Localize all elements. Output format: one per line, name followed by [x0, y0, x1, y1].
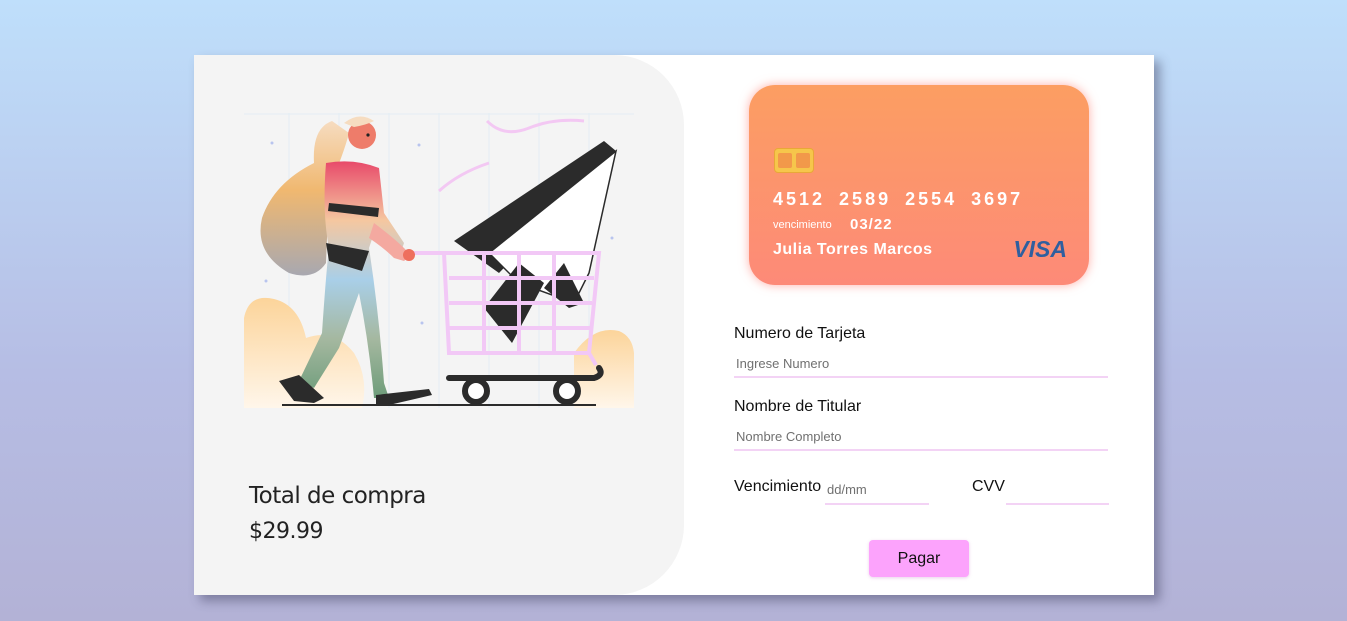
card-number-input[interactable]	[734, 350, 1108, 378]
card-number-label: Numero de Tarjeta	[734, 325, 866, 342]
checkout-container: Total de compra $29.99 4512 2589 2554 36…	[194, 55, 1154, 595]
cvv-label: CVV	[972, 478, 1005, 495]
shopping-cart-illustration	[244, 113, 634, 408]
card-number-display: 4512 2589 2554 3697	[773, 189, 1024, 209]
card-expiry-display: 03/22	[850, 216, 893, 233]
total-label: Total de compra	[249, 483, 426, 509]
order-summary-panel: Total de compra $29.99	[194, 55, 684, 595]
pay-button[interactable]: Pagar	[869, 540, 969, 577]
card-chip-icon	[774, 148, 814, 173]
holder-name-label: Nombre de Titular	[734, 398, 862, 415]
expiry-label: Vencimiento	[734, 478, 822, 495]
card-holder-display: Julia Torres Marcos	[773, 241, 933, 258]
card-expiry-label: vencimiento	[773, 219, 832, 231]
holder-name-input[interactable]	[734, 423, 1108, 451]
expiry-input[interactable]	[825, 476, 929, 505]
visa-logo: VISA	[1013, 236, 1067, 262]
total-amount: $29.99	[249, 519, 323, 544]
credit-card-preview: 4512 2589 2554 3697 vencimiento 03/22 Ju…	[749, 85, 1089, 285]
cvv-input[interactable]	[1006, 476, 1109, 505]
